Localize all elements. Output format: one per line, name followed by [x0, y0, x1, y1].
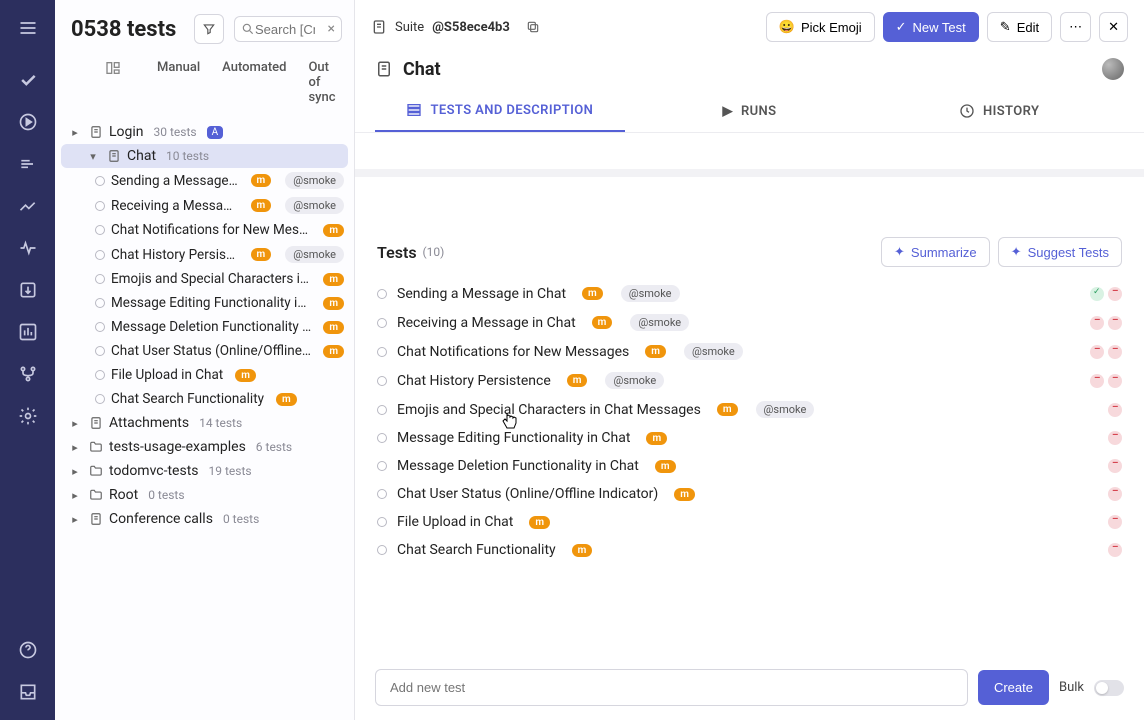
tree-test-item[interactable]: Message Deletion Functionality in Chatm	[55, 315, 354, 339]
tab-manual[interactable]: Manual	[157, 60, 200, 105]
tree-test-item[interactable]: Chat Search Functionalitym	[55, 387, 354, 411]
more-button[interactable]: ⋯	[1060, 12, 1091, 42]
test-row[interactable]: Chat User Status (Online/Offline Indicat…	[377, 480, 1122, 508]
clear-search-icon[interactable]: ×	[328, 21, 335, 37]
test-row[interactable]: Message Editing Functionality in Chatm	[377, 424, 1122, 452]
test-row[interactable]: Chat Search Functionalitym	[377, 536, 1122, 564]
tree: ▸Login30 testsA▾Chat10 testsSending a Me…	[55, 116, 354, 720]
gear-icon[interactable]	[10, 398, 46, 434]
search-input-wrap[interactable]: ×	[234, 16, 342, 42]
tree-test-item[interactable]: Chat Notifications for New Messagesm	[55, 218, 354, 242]
pick-emoji-button[interactable]: 😀 Pick Emoji	[766, 12, 875, 42]
project-title: 0538 tests	[71, 17, 184, 42]
help-icon[interactable]	[10, 632, 46, 668]
suggest-tests-button[interactable]: ✦ Suggest Tests	[998, 237, 1122, 267]
branch-icon[interactable]	[10, 356, 46, 392]
doc-icon	[375, 60, 393, 78]
toolbar: Suite @S58ece4b3 😀 Pick Emoji ✓ New Test…	[355, 0, 1144, 54]
test-row[interactable]: Chat Notifications for New Messagesm@smo…	[377, 337, 1122, 366]
bulk-toggle[interactable]	[1094, 680, 1124, 696]
tab-out-of-sync[interactable]: Out of sync	[308, 60, 338, 105]
main: Suite @S58ece4b3 😀 Pick Emoji ✓ New Test…	[355, 0, 1144, 720]
layout-icon[interactable]	[105, 60, 121, 105]
suite-label: Suite @S58ece4b3	[395, 20, 510, 35]
inbox-icon[interactable]	[10, 674, 46, 710]
test-row[interactable]: Message Deletion Functionality in Chatm	[377, 452, 1122, 480]
play-circle-icon[interactable]	[10, 104, 46, 140]
create-button[interactable]: Create	[978, 670, 1049, 705]
test-list: Sending a Message in Chatm@smokeReceivin…	[355, 279, 1144, 564]
tree-folder[interactable]: ▸Root0 tests	[55, 483, 354, 507]
test-row[interactable]: File Upload in Chatm	[377, 508, 1122, 536]
tree-folder[interactable]: ▸tests-usage-examples6 tests	[55, 435, 354, 459]
tree-folder[interactable]: ▸todomvc-tests19 tests	[55, 459, 354, 483]
filter-button[interactable]	[194, 14, 224, 44]
tree-test-item[interactable]: Receiving a Message in Chatm@smoke	[55, 193, 354, 218]
avatar[interactable]	[1102, 58, 1124, 80]
tab-tests-description[interactable]: TESTS AND DESCRIPTION	[375, 90, 625, 132]
sidebar-tabs: Manual Automated Out of sync	[55, 52, 354, 116]
history-icon	[959, 103, 975, 119]
test-row[interactable]: Emojis and Special Characters in Chat Me…	[377, 395, 1122, 424]
tab-history[interactable]: HISTORY	[874, 90, 1124, 132]
pulse-icon[interactable]	[10, 230, 46, 266]
tree-folder[interactable]: ▾Chat10 tests	[61, 144, 348, 168]
footer: Create Bulk	[375, 669, 1124, 706]
doc-icon	[371, 19, 387, 35]
copy-icon[interactable]	[518, 12, 548, 42]
tab-runs[interactable]: ▶ RUNS	[625, 90, 875, 132]
import-icon[interactable]	[10, 272, 46, 308]
list-icon	[406, 102, 422, 118]
tree-test-item[interactable]: Sending a Message in Chatm@smoke	[55, 168, 354, 193]
check-icon[interactable]	[10, 62, 46, 98]
test-row[interactable]: Sending a Message in Chatm@smoke	[377, 279, 1122, 308]
tree-test-item[interactable]: Message Editing Functionality in Chatm	[55, 291, 354, 315]
tree-test-item[interactable]: Chat User Status (Online/Offline Indicat…	[55, 339, 354, 363]
tree-test-item[interactable]: Emojis and Special Characters in Chat Me…	[55, 267, 354, 291]
lines-icon[interactable]	[10, 146, 46, 182]
nav-rail	[0, 0, 55, 720]
tree-test-item[interactable]: File Upload in Chatm	[55, 363, 354, 387]
summarize-button[interactable]: ✦ Summarize	[881, 237, 990, 267]
test-row[interactable]: Chat History Persistencem@smoke	[377, 366, 1122, 395]
search-icon	[241, 22, 255, 36]
close-button[interactable]: ✕	[1099, 12, 1128, 42]
edit-button[interactable]: ✎ Edit	[987, 12, 1052, 42]
tests-count: (10)	[423, 245, 445, 259]
tree-test-item[interactable]: Chat History Persistencem@smoke	[55, 242, 354, 267]
content-tabs: TESTS AND DESCRIPTION ▶ RUNS HISTORY	[355, 90, 1144, 133]
bar-chart-icon[interactable]	[10, 314, 46, 350]
hamburger-icon[interactable]	[10, 10, 46, 46]
search-input[interactable]	[255, 22, 315, 37]
tab-automated[interactable]: Automated	[222, 60, 286, 105]
new-test-button[interactable]: ✓ New Test	[883, 12, 979, 42]
sidebar: 0538 tests × Manual Automated Out of syn…	[55, 0, 355, 720]
tree-folder[interactable]: ▸Conference calls0 tests	[55, 507, 354, 531]
tree-folder[interactable]: ▸Login30 testsA	[55, 120, 354, 144]
add-test-input[interactable]	[375, 669, 968, 706]
divider-bar	[355, 169, 1144, 177]
tests-heading: Tests	[377, 243, 417, 262]
bulk-label: Bulk	[1059, 680, 1084, 695]
tree-folder[interactable]: ▸Attachments14 tests	[55, 411, 354, 435]
test-row[interactable]: Receiving a Message in Chatm@smoke	[377, 308, 1122, 337]
trend-icon[interactable]	[10, 188, 46, 224]
page-title: Chat	[403, 59, 441, 80]
